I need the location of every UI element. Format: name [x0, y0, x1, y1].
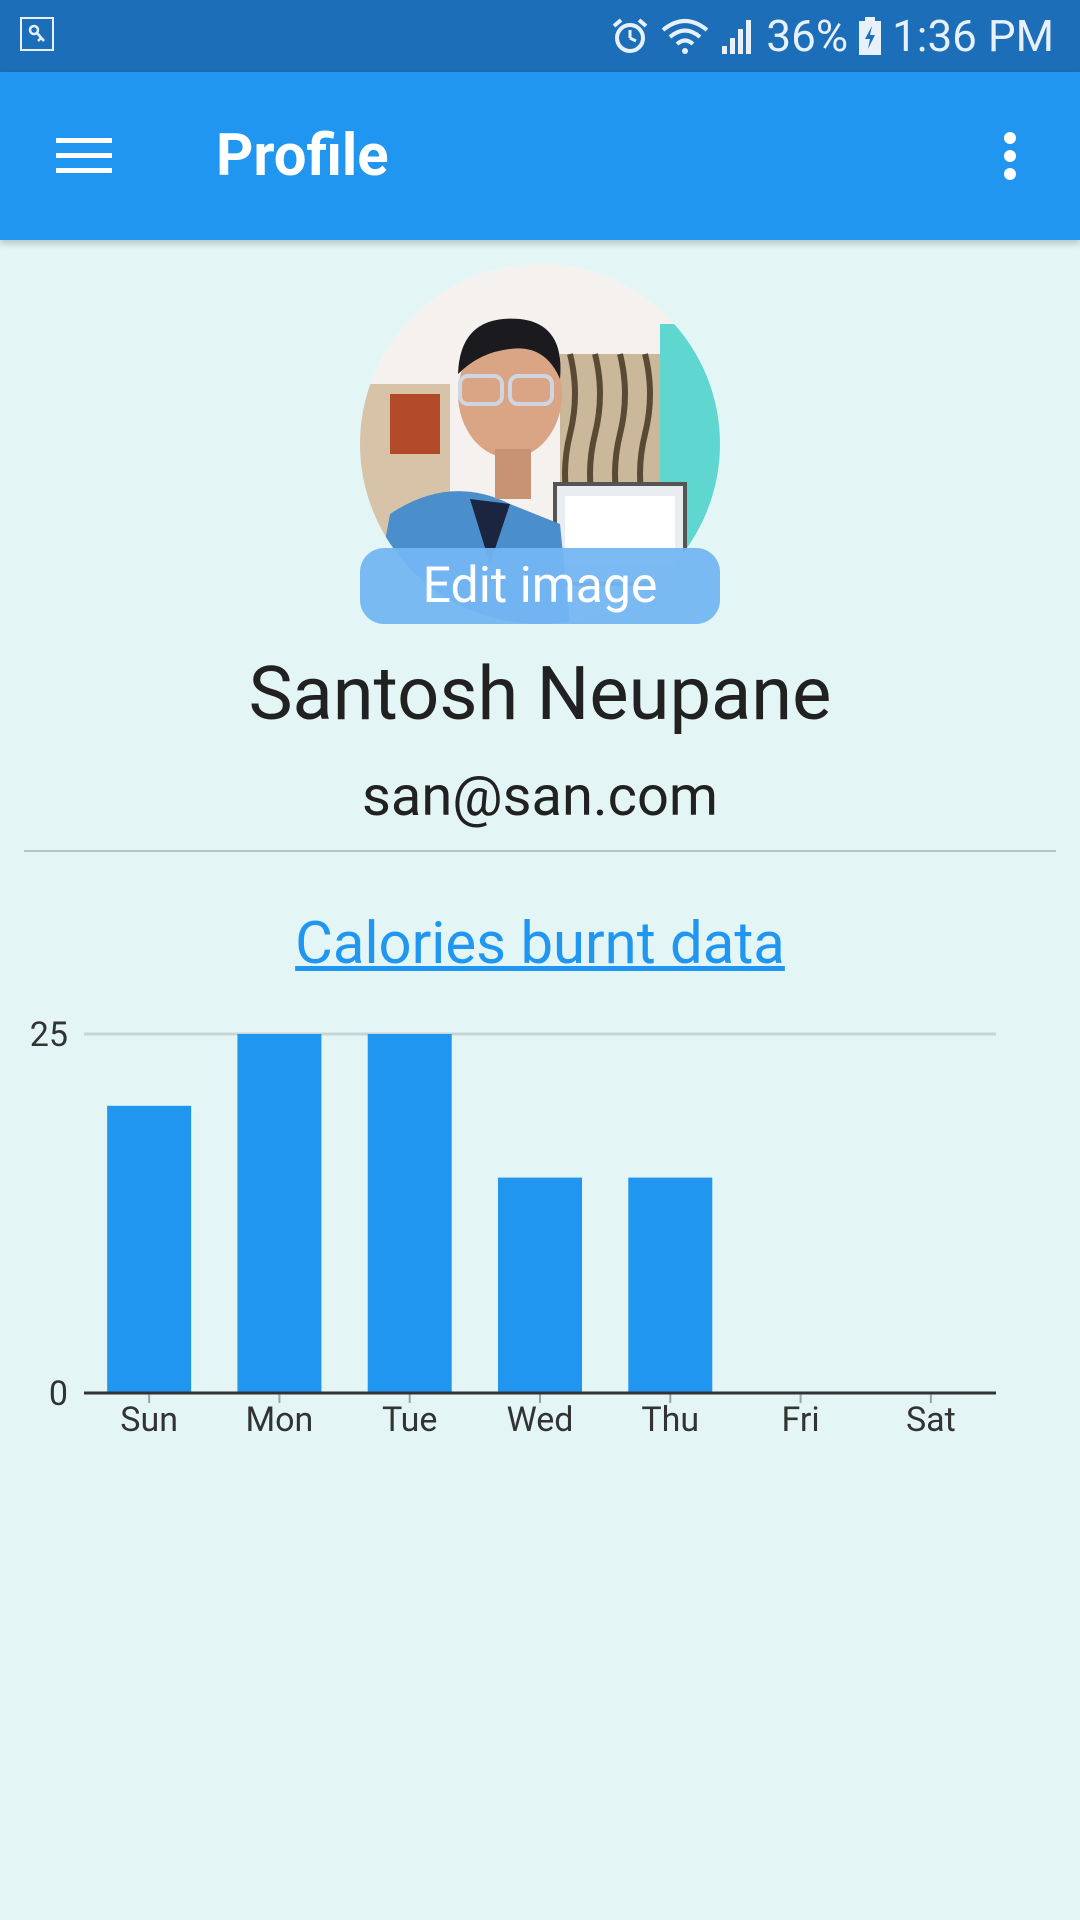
calories-chart-link[interactable]: Calories burnt data [0, 904, 1080, 984]
chart-bar-tue [367, 1034, 452, 1393]
user-email: san@san.com [362, 763, 718, 829]
page-title: Profile [216, 122, 389, 190]
chart-x-tick-label: Mon [245, 1400, 313, 1440]
chart-x-tick-label: Thu [641, 1400, 699, 1440]
clock-time: 1:36 PM [892, 10, 1054, 62]
chart-bar-wed [498, 1177, 582, 1393]
alarm-icon [610, 16, 650, 56]
battery-percent: 36% [766, 10, 849, 62]
chart-bar-mon [237, 1034, 322, 1393]
divider [24, 850, 1056, 852]
chart-bar-sun [107, 1105, 192, 1393]
edit-image-button[interactable]: Edit image [360, 548, 720, 624]
battery-charging-icon [858, 16, 882, 56]
more-vert-icon [1004, 132, 1016, 180]
chart-x-tick-label: Fri [781, 1400, 819, 1440]
hamburger-menu-icon [56, 138, 112, 173]
chart-bar-thu [628, 1177, 713, 1393]
overflow-menu-button[interactable] [970, 116, 1050, 196]
chart-x-tick-label: Tue [382, 1400, 437, 1440]
chart-x-tick-label: Sun [120, 1400, 178, 1440]
app-bar: Profile [0, 72, 1080, 240]
calories-bar-chart: 0 25 Sun Mon Tue Wed Thu Fri Sat [30, 1015, 996, 1440]
key-notification-icon [20, 17, 54, 51]
chart-y-tick-label: 25 [30, 1015, 68, 1055]
chart-y-tick-label: 0 [49, 1374, 68, 1414]
wifi-icon [660, 16, 710, 56]
status-bar: 36% 1:36 PM [0, 0, 1080, 72]
navigation-menu-button[interactable] [44, 116, 124, 196]
chart-x-tick-label: Sat [906, 1400, 956, 1440]
signal-icon [720, 16, 756, 56]
chart-x-tick-label: Wed [507, 1400, 574, 1440]
user-name: Santosh Neupane [248, 651, 832, 738]
